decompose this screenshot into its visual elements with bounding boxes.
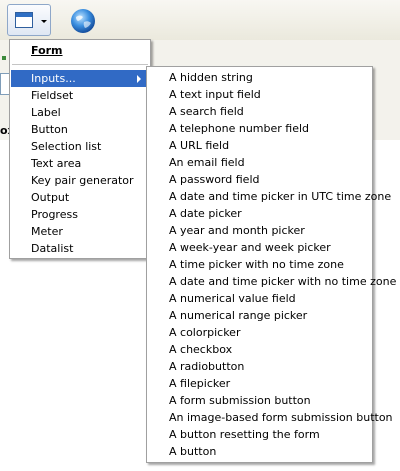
submenu-item-a-numerical-value-field[interactable]: A numerical value field	[148, 290, 371, 307]
submenu-item-label: A text input field	[169, 88, 261, 101]
submenu-item-label: A URL field	[169, 139, 230, 152]
submenu-item-label: An email field	[169, 156, 245, 169]
submenu-item-a-year-and-month-picker[interactable]: A year and month picker	[148, 222, 371, 239]
submenu-item-label: A time picker with no time zone	[169, 258, 344, 271]
submenu-item-an-email-field[interactable]: An email field	[148, 154, 371, 171]
submenu-item-label: A week-year and week picker	[169, 241, 331, 254]
submenu-item-a-filepicker[interactable]: A filepicker	[148, 375, 371, 392]
menu-item-label: Key pair generator	[31, 174, 134, 187]
menu-item-button[interactable]: Button	[11, 121, 149, 138]
submenu-item-a-button[interactable]: A button	[148, 443, 371, 460]
submenu-item-a-url-field[interactable]: A URL field	[148, 137, 371, 154]
submenu-item-label: A date and time picker with no time zone	[169, 275, 397, 288]
submenu-item-a-form-submission-button[interactable]: A form submission button	[148, 392, 371, 409]
menu-item-label: Progress	[31, 208, 78, 221]
submenu-item-label: A numerical value field	[169, 292, 296, 305]
submenu-item-a-date-picker[interactable]: A date picker	[148, 205, 371, 222]
menu-item-label: Fieldset	[31, 89, 74, 102]
menu-item-label[interactable]: Label	[11, 104, 149, 121]
app-menu-button[interactable]	[7, 4, 51, 36]
submenu-item-label: A radiobutton	[169, 360, 245, 373]
chevron-down-icon	[41, 20, 47, 23]
menu-item-label: Form	[31, 44, 63, 57]
submenu-item-label: A form submission button	[169, 394, 311, 407]
submenu-item-label: A telephone number field	[169, 122, 310, 135]
menu-item-key-pair-generator[interactable]: Key pair generator	[11, 172, 149, 189]
submenu-arrow-icon	[137, 75, 141, 83]
submenu-item-label: A hidden string	[169, 71, 253, 84]
menu-item-fieldset[interactable]: Fieldset	[11, 87, 149, 104]
submenu-item-a-date-and-time-picker-with-no-time-zone[interactable]: A date and time picker with no time zone	[148, 273, 396, 290]
submenu-item-a-week-year-and-week-picker[interactable]: A week-year and week picker	[148, 239, 371, 256]
submenu-item-label: A date picker	[169, 207, 242, 220]
globe-icon[interactable]	[70, 8, 96, 34]
menu-item-label: Datalist	[31, 242, 74, 255]
menu-item-label: Button	[31, 123, 68, 136]
menu-separator	[12, 64, 148, 65]
status-indicator	[2, 56, 6, 60]
submenu-item-an-image-based-form-submission-button[interactable]: An image-based form submission button	[148, 409, 393, 426]
insert-menu: Form Inputs... Fieldset Label Button Selectio…	[9, 39, 151, 259]
menu-item-label: Label	[31, 106, 61, 119]
submenu-item-label: A filepicker	[169, 377, 231, 390]
menu-item-label: Selection list	[31, 140, 102, 153]
menu-item-output[interactable]: Output	[11, 189, 149, 206]
menu-item-text-area[interactable]: Text area	[11, 155, 149, 172]
app-window-icon	[15, 12, 33, 28]
submenu-item-label: A button	[169, 445, 217, 458]
submenu-item-label: A colorpicker	[169, 326, 241, 339]
menu-item-label: Inputs...	[31, 72, 76, 85]
menu-item-label: Meter	[31, 225, 63, 238]
submenu-item-label: An image-based form submission button	[169, 411, 393, 424]
submenu-item-a-search-field[interactable]: A search field	[148, 103, 371, 120]
submenu-item-a-time-picker-with-no-time-zone[interactable]: A time picker with no time zone	[148, 256, 371, 273]
submenu-item-a-button-resetting-the-form[interactable]: A button resetting the form	[148, 426, 371, 443]
menu-item-meter[interactable]: Meter	[11, 223, 149, 240]
submenu-item-a-telephone-number-field[interactable]: A telephone number field	[148, 120, 371, 137]
toolbar	[0, 0, 400, 40]
submenu-item-a-hidden-string[interactable]: A hidden string	[148, 69, 371, 86]
menu-item-form[interactable]: Form	[11, 42, 149, 59]
submenu-item-a-checkbox[interactable]: A checkbox	[148, 341, 371, 358]
submenu-item-label: A checkbox	[169, 343, 233, 356]
submenu-item-a-radiobutton[interactable]: A radiobutton	[148, 358, 371, 375]
submenu-item-a-date-and-time-picker-in-utc-time-zone[interactable]: A date and time picker in UTC time zone	[148, 188, 391, 205]
menu-item-selection-list[interactable]: Selection list	[11, 138, 149, 155]
menu-item-inputs[interactable]: Inputs...	[11, 70, 149, 87]
inputs-submenu: A hidden string A text input field A searc…	[146, 66, 396, 463]
submenu-item-label: A numerical range picker	[169, 309, 308, 322]
submenu-item-a-text-input-field[interactable]: A text input field	[148, 86, 371, 103]
submenu-item-label: A date and time picker in UTC time zone	[169, 190, 392, 203]
submenu-item-a-numerical-range-picker[interactable]: A numerical range picker	[148, 307, 371, 324]
submenu-item-label: A password field	[169, 173, 260, 186]
submenu-item-label: A button resetting the form	[169, 428, 320, 441]
menu-item-progress[interactable]: Progress	[11, 206, 149, 223]
submenu-item-label: A search field	[169, 105, 244, 118]
submenu-item-a-password-field[interactable]: A password field	[148, 171, 371, 188]
submenu-item-a-colorpicker[interactable]: A colorpicker	[148, 324, 371, 341]
submenu-item-label: A year and month picker	[169, 224, 305, 237]
menu-item-label: Text area	[31, 157, 82, 170]
menu-item-datalist[interactable]: Datalist	[11, 240, 149, 257]
menu-item-label: Output	[31, 191, 70, 204]
